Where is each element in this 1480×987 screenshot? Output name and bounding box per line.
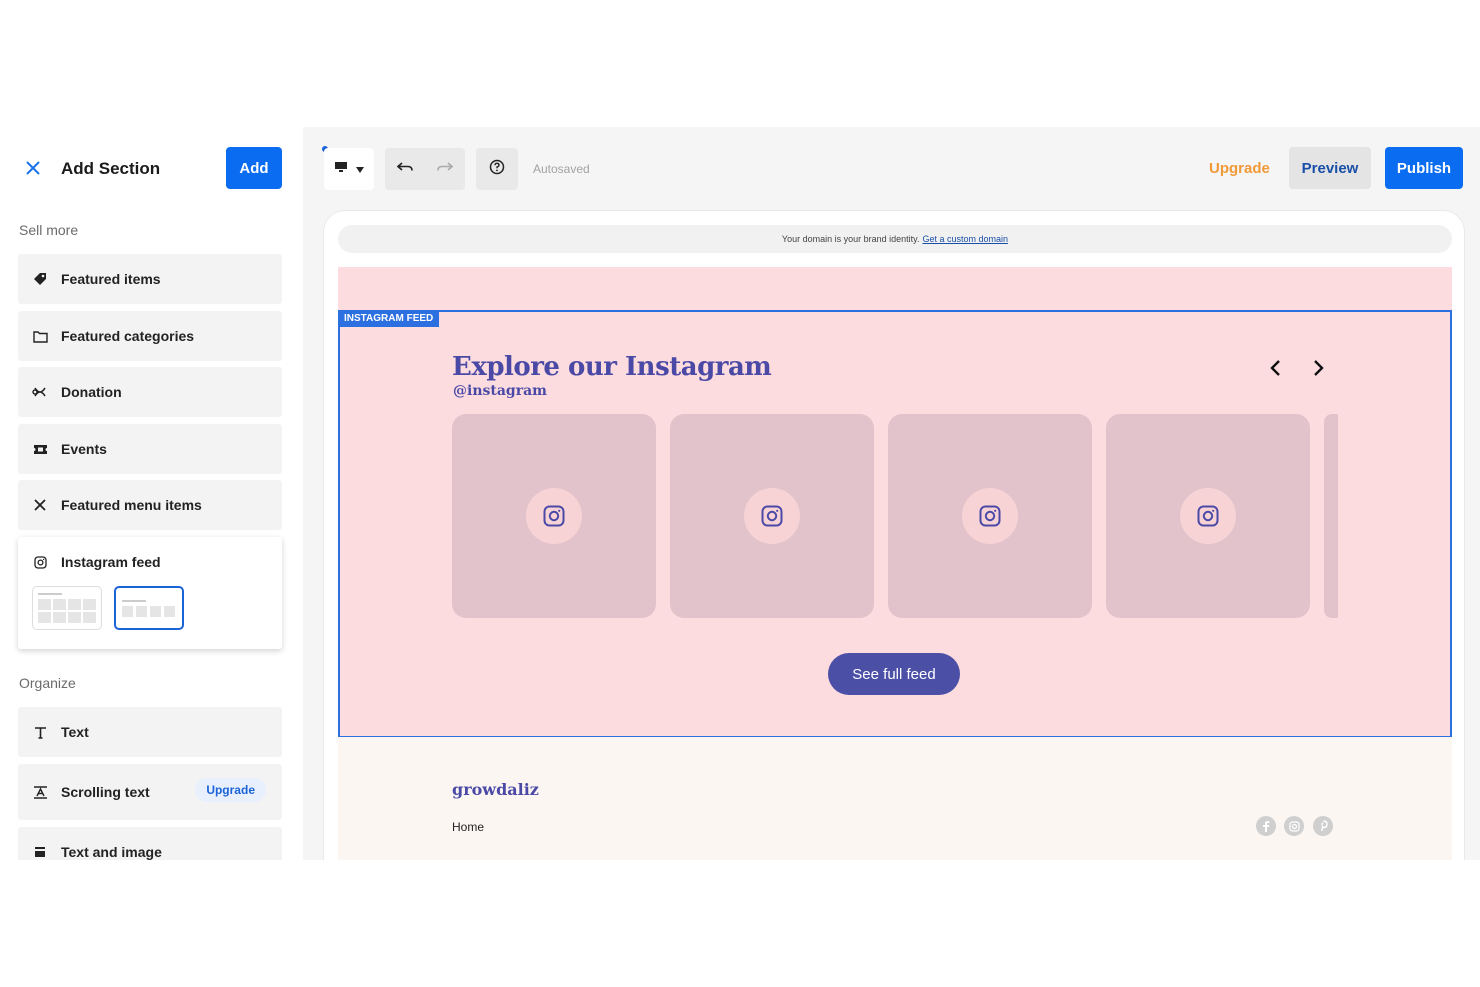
- pinterest-icon[interactable]: [1313, 816, 1333, 836]
- instagram-title: Explore our Instagram: [452, 352, 772, 382]
- footer-link-home[interactable]: Home: [452, 820, 484, 834]
- footer-brand: growdaliz: [452, 780, 539, 799]
- add-button[interactable]: Add: [226, 147, 282, 189]
- editor-main: Autosaved Upgrade Preview Publish Your d…: [303, 127, 1480, 860]
- redo-icon[interactable]: [437, 160, 454, 178]
- instagram-post-tile[interactable]: [670, 414, 874, 618]
- chevron-right-icon[interactable]: [1307, 356, 1331, 380]
- sidebar-title: Add Section: [61, 159, 161, 178]
- instagram-icon: [962, 488, 1018, 544]
- chevron-down-icon: [356, 160, 364, 178]
- sidebar-item-label: Featured menu items: [61, 497, 202, 513]
- scrolling-text-icon: [32, 784, 48, 800]
- site-footer: growdaliz Home: [338, 737, 1452, 860]
- ribbon-icon: [32, 384, 48, 400]
- upgrade-link[interactable]: Upgrade: [1209, 160, 1270, 177]
- instagram-handle: @instagram: [453, 383, 547, 399]
- sidebar-item-instagram-feed[interactable]: Instagram feed: [18, 537, 282, 649]
- utensils-icon: [32, 497, 48, 513]
- instagram-icon: [32, 554, 48, 570]
- sidebar-item-label: Events: [61, 441, 107, 457]
- ticket-icon: [32, 441, 48, 457]
- sidebar-item-events[interactable]: Events: [18, 424, 282, 474]
- device-selector[interactable]: [324, 148, 374, 190]
- section-spacer: [338, 267, 1452, 311]
- sidebar-item-label: Text: [61, 724, 89, 740]
- facebook-icon[interactable]: [1256, 816, 1276, 836]
- preview-button[interactable]: Preview: [1289, 147, 1371, 189]
- text-image-icon: [32, 844, 48, 860]
- instagram-icon: [744, 488, 800, 544]
- sidebar-item-featured-items[interactable]: Featured items: [18, 254, 282, 304]
- domain-banner: Your domain is your brand identity. Get …: [338, 225, 1452, 253]
- domain-text: Your domain is your brand identity.: [781, 234, 920, 244]
- sidebar-item-label: Featured categories: [61, 328, 195, 344]
- sidebar-item-scrolling-text[interactable]: Scrolling text Upgrade: [18, 764, 282, 820]
- sidebar-item-donation[interactable]: Donation: [18, 367, 282, 417]
- sidebar-item-featured-menu-items[interactable]: Featured menu items: [18, 480, 282, 530]
- upgrade-badge[interactable]: Upgrade: [195, 778, 266, 802]
- sidebar-item-text[interactable]: Text: [18, 707, 282, 757]
- instagram-post-tile-partial: [1324, 414, 1338, 618]
- custom-domain-link[interactable]: Get a custom domain: [923, 234, 1009, 244]
- instagram-feed-section[interactable]: INSTAGRAM FEED Explore our Instagram @in…: [338, 310, 1452, 738]
- layout-option-grid[interactable]: [32, 586, 102, 630]
- instagram-post-tile[interactable]: [888, 414, 1092, 618]
- instagram-icon: [1180, 488, 1236, 544]
- text-icon: [32, 724, 48, 740]
- sidebar-item-text-and-image[interactable]: Text and image: [18, 827, 282, 860]
- autosave-status: Autosaved: [533, 162, 590, 176]
- add-section-sidebar: Add Section Add Sell more Featured items…: [0, 127, 303, 860]
- sidebar-item-label: Text and image: [61, 844, 162, 860]
- tag-icon: [32, 271, 48, 287]
- undo-redo-group: [385, 148, 465, 190]
- close-icon[interactable]: [24, 160, 42, 178]
- undo-icon[interactable]: [396, 160, 413, 178]
- sidebar-item-featured-categories[interactable]: Featured categories: [18, 311, 282, 361]
- help-button[interactable]: [476, 148, 518, 190]
- instagram-icon[interactable]: [1284, 816, 1304, 836]
- help-icon: [489, 159, 505, 180]
- app-window: Add Section Add Sell more Featured items…: [0, 127, 1480, 860]
- instagram-post-tile[interactable]: [1106, 414, 1310, 618]
- sidebar-item-label: Instagram feed: [61, 554, 161, 570]
- instagram-post-tile[interactable]: [452, 414, 656, 618]
- instagram-icon: [526, 488, 582, 544]
- desktop-icon: [334, 160, 348, 178]
- layout-option-carousel[interactable]: [114, 586, 184, 630]
- section-tag: INSTAGRAM FEED: [338, 310, 440, 327]
- see-full-feed-button[interactable]: See full feed: [828, 653, 960, 695]
- folder-icon: [32, 328, 48, 344]
- sidebar-item-label: Featured items: [61, 271, 161, 287]
- publish-button[interactable]: Publish: [1385, 147, 1463, 189]
- group-label-sell-more: Sell more: [19, 222, 79, 238]
- group-label-organize: Organize: [19, 675, 76, 691]
- sidebar-item-label: Scrolling text: [61, 784, 150, 800]
- sidebar-item-label: Donation: [61, 384, 122, 400]
- chevron-left-icon[interactable]: [1263, 356, 1287, 380]
- site-preview-canvas: Your domain is your brand identity. Get …: [323, 210, 1465, 860]
